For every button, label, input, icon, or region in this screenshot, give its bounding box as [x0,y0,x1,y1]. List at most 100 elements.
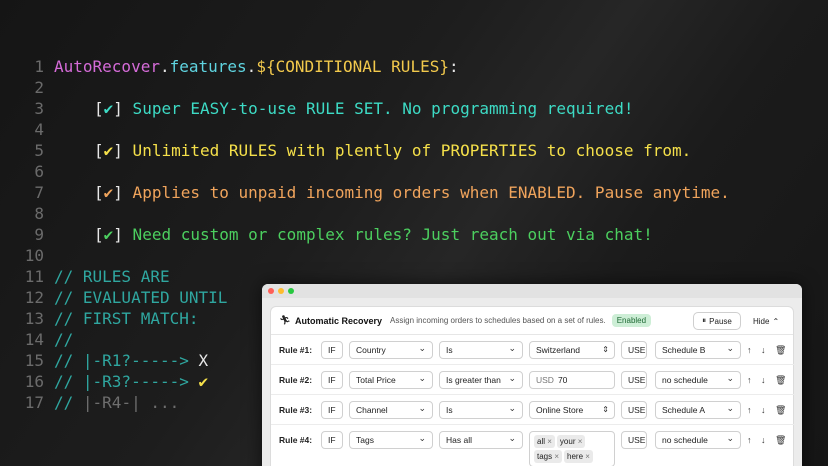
property-select[interactable]: Channel [349,401,433,419]
schedule-select[interactable]: no schedule [655,431,741,449]
comment: // RULES ARE [54,267,170,286]
tag-chip[interactable]: here [564,450,593,463]
use-label: USE [621,341,647,359]
operator-select[interactable]: Is [439,341,523,359]
line-number: 1 [34,57,44,76]
schedule-select[interactable]: no schedule [655,371,741,389]
tags-input[interactable]: allyour tagshere [529,431,615,466]
feature-text: Applies to unpaid incoming orders when E… [122,183,730,202]
bracket: [ [94,183,104,202]
comment: // |-R3?-----> [54,372,199,391]
pause-circle-icon: ⏸︎ [702,316,707,325]
value-text: 70 [557,375,568,385]
trash-icon[interactable]: 🗑︎ [775,435,786,446]
bracket: ] [113,225,123,244]
line-number: 9 [34,225,44,244]
arrow-down-icon[interactable]: ↓ [761,435,766,445]
if-label: IF [321,431,343,449]
arrow-up-icon[interactable]: ↑ [747,435,752,445]
panel-title: Automatic Recovery [295,315,383,326]
arrow-down-icon[interactable]: ↓ [761,405,766,415]
if-label: IF [321,371,343,389]
value-input[interactable]: USD 70 [529,371,615,389]
trash-icon[interactable]: 🗑︎ [775,375,786,386]
bracket: ] [113,99,123,118]
tag-chip[interactable]: your [556,435,586,448]
check-icon: ✔ [103,141,114,160]
feature-text: Super EASY-to-use RULE SET. No programmi… [122,99,634,118]
schedule-select[interactable]: Schedule B [655,341,741,359]
check-icon: ✔ [103,99,114,118]
line-number: 12 [24,288,44,307]
line-number: 2 [34,78,44,97]
property-select[interactable]: Country [349,341,433,359]
bracket: ] [113,141,123,160]
use-label: USE [621,431,647,449]
status-badge: Enabled [611,314,652,327]
code-dot: . [246,57,257,76]
use-label: USE [621,401,647,419]
code-template: ${CONDITIONAL RULES} [256,57,449,76]
pause-label: Pause [709,316,732,326]
line-number: 6 [34,162,44,181]
pause-button[interactable]: ⏸︎ Pause [693,312,741,330]
rule-row: Rule #4: IF Tags Has all allyour tagshere… [271,425,795,466]
comment: // EVALUATED UNTIL [54,288,228,307]
value-select[interactable]: Switzerland [529,341,615,359]
line-number: 16 [24,372,44,391]
trash-icon[interactable]: 🗑︎ [775,345,786,356]
comment: // [54,393,83,412]
property-select[interactable]: Total Price [349,371,433,389]
schedule-select[interactable]: Schedule A [655,401,741,419]
arrow-up-icon[interactable]: ↑ [747,375,752,385]
comment-dim: |-R4-| ... [82,393,180,412]
line-number: 14 [24,330,44,349]
code-dot: . [159,57,170,76]
minimize-window-icon[interactable] [278,288,284,294]
operator-select[interactable]: Is [439,401,523,419]
line-number: 3 [34,99,44,118]
code-object: AutoRecover [54,57,160,76]
hide-label: Hide [753,316,770,326]
operator-select[interactable]: Has all [439,431,523,449]
tag-chip[interactable]: all [534,435,555,448]
comment: // |-R1?-----> [54,351,199,370]
hide-button[interactable]: Hide ⌃ [753,312,779,330]
comment: // [54,330,74,349]
trash-icon[interactable]: 🗑︎ [775,405,786,416]
feature-text: Need custom or complex rules? Just reach… [122,225,653,244]
comment: // FIRST MATCH: [54,309,199,328]
chevron-up-icon: ⌃ [772,316,780,326]
line-number: 5 [34,141,44,160]
arrow-up-icon[interactable]: ↑ [747,405,752,415]
close-window-icon[interactable] [268,288,274,294]
line-number: 7 [34,183,44,202]
arrow-up-icon[interactable]: ↑ [747,345,752,355]
property-select[interactable]: Tags [349,431,433,449]
rule-label: Rule #4: [279,435,313,445]
maximize-window-icon[interactable] [288,288,294,294]
arrow-down-icon[interactable]: ↓ [761,345,766,355]
currency-prefix: USD [536,375,554,385]
line-number: 13 [24,309,44,328]
person-running-icon: 🏃︎ [279,315,291,325]
rule-row: Rule #2: IF Total Price Is greater than … [271,365,795,395]
bracket: ] [113,183,123,202]
rule-row: Rule #3: IF Channel Is Online Store USE … [271,395,795,425]
bracket: [ [94,141,104,160]
app-window: 🏃︎ Automatic Recovery Assign incoming or… [262,284,802,466]
arrow-down-icon[interactable]: ↓ [761,375,766,385]
check-icon: ✔ [103,225,114,244]
tag-chip[interactable]: tags [534,450,563,463]
panel-header: 🏃︎ Automatic Recovery Assign incoming or… [271,307,793,335]
code-property: features [169,57,247,76]
check-icon: ✔ [198,372,209,391]
panel-subtitle: Assign incoming orders to schedules base… [390,316,606,325]
check-icon: ✔ [103,183,114,202]
recovery-panel: 🏃︎ Automatic Recovery Assign incoming or… [270,306,795,466]
bracket: [ [94,99,104,118]
operator-select[interactable]: Is greater than [439,371,523,389]
rule-label: Rule #2: [279,375,313,385]
value-select[interactable]: Online Store [529,401,615,419]
use-label: USE [621,371,647,389]
